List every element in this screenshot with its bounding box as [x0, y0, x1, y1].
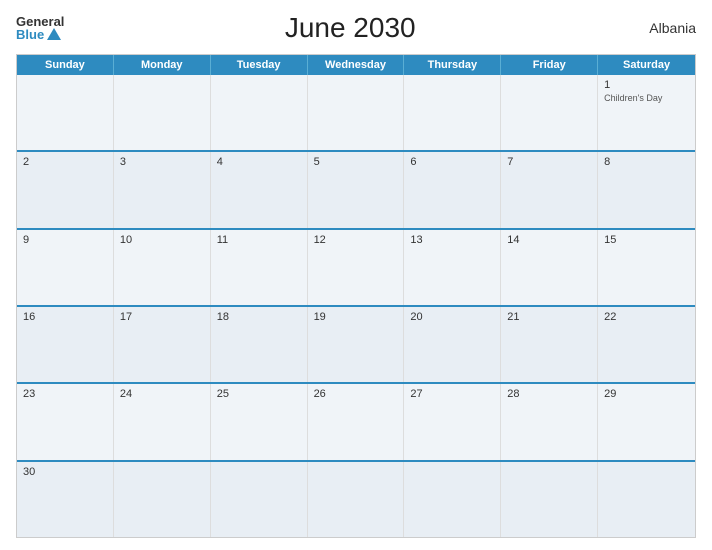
day-number-29: 29	[604, 388, 689, 400]
day-number-21: 21	[507, 311, 591, 323]
day-number-15: 15	[604, 234, 689, 246]
day-number-25: 25	[217, 388, 301, 400]
day-number-2: 2	[23, 156, 107, 168]
day-cell-w5-d0: 30	[17, 462, 114, 537]
day-number-24: 24	[120, 388, 204, 400]
day-cell-w2-d6: 15	[598, 230, 695, 305]
day-number-19: 19	[314, 311, 398, 323]
header-tuesday: Tuesday	[211, 55, 308, 75]
day-cell-w3-d4: 20	[404, 307, 501, 382]
day-cell-w3-d0: 16	[17, 307, 114, 382]
day-cell-w5-d1	[114, 462, 211, 537]
day-number-26: 26	[314, 388, 398, 400]
week-row-6: 30	[17, 460, 695, 537]
day-number-18: 18	[217, 311, 301, 323]
day-number-14: 14	[507, 234, 591, 246]
day-cell-w3-d3: 19	[308, 307, 405, 382]
day-cell-w2-d5: 14	[501, 230, 598, 305]
day-cell-w1-d4: 6	[404, 152, 501, 227]
day-number-5: 5	[314, 156, 398, 168]
day-cell-w0-d2	[211, 75, 308, 150]
day-number-28: 28	[507, 388, 591, 400]
day-number-6: 6	[410, 156, 494, 168]
day-number-9: 9	[23, 234, 107, 246]
day-event-1: Children's Day	[604, 93, 689, 103]
logo-blue-text: Blue	[16, 28, 64, 41]
day-number-17: 17	[120, 311, 204, 323]
day-cell-w2-d0: 9	[17, 230, 114, 305]
day-cell-w4-d1: 24	[114, 384, 211, 459]
day-number-22: 22	[604, 311, 689, 323]
day-number-16: 16	[23, 311, 107, 323]
header-sunday: Sunday	[17, 55, 114, 75]
day-number-4: 4	[217, 156, 301, 168]
week-row-5: 23 24 25 26 27 28 29	[17, 382, 695, 459]
calendar-body: 1Children's Day2345678910111213141516171…	[17, 75, 695, 537]
day-number-7: 7	[507, 156, 591, 168]
day-number-23: 23	[23, 388, 107, 400]
day-cell-w1-d5: 7	[501, 152, 598, 227]
day-cell-w5-d2	[211, 462, 308, 537]
day-cell-w0-d0	[17, 75, 114, 150]
day-cell-w0-d4	[404, 75, 501, 150]
day-number-10: 10	[120, 234, 204, 246]
week-row-2: 2 3 4 56 7 8	[17, 150, 695, 227]
header-saturday: Saturday	[598, 55, 695, 75]
day-cell-w1-d1: 3	[114, 152, 211, 227]
week-row-4: 16 17 18 19 20 21 22	[17, 305, 695, 382]
day-cell-w2-d1: 10	[114, 230, 211, 305]
day-cell-w4-d5: 28	[501, 384, 598, 459]
day-cell-w3-d2: 18	[211, 307, 308, 382]
day-cell-w5-d3	[308, 462, 405, 537]
calendar-title: June 2030	[64, 12, 636, 44]
day-cell-w4-d0: 23	[17, 384, 114, 459]
day-number-3: 3	[120, 156, 204, 168]
day-cell-w4-d4: 27	[404, 384, 501, 459]
day-cell-w0-d1	[114, 75, 211, 150]
day-number-27: 27	[410, 388, 494, 400]
day-number-8: 8	[604, 156, 689, 168]
day-number-13: 13	[410, 234, 494, 246]
day-cell-w2-d4: 13	[404, 230, 501, 305]
week-row-3: 9 10 11 12 13 14 15	[17, 228, 695, 305]
day-cell-w5-d4	[404, 462, 501, 537]
country-label: Albania	[636, 20, 696, 36]
day-cell-w0-d3	[308, 75, 405, 150]
header-thursday: Thursday	[404, 55, 501, 75]
day-number-30: 30	[23, 466, 107, 478]
day-cell-w1-d3: 5	[308, 152, 405, 227]
day-cell-w5-d6	[598, 462, 695, 537]
day-cell-w1-d2: 4	[211, 152, 308, 227]
day-number-1: 1	[604, 79, 689, 91]
day-cell-w2-d3: 12	[308, 230, 405, 305]
header-wednesday: Wednesday	[308, 55, 405, 75]
calendar-header: Sunday Monday Tuesday Wednesday Thursday…	[17, 55, 695, 75]
day-cell-w4-d6: 29	[598, 384, 695, 459]
day-cell-w0-d6: 1 Children's Day	[598, 75, 695, 150]
day-cell-w4-d3: 26	[308, 384, 405, 459]
logo-triangle-icon	[47, 28, 61, 40]
day-cell-w1-d6: 8	[598, 152, 695, 227]
logo: General Blue	[16, 15, 64, 41]
header-friday: Friday	[501, 55, 598, 75]
header: General Blue June 2030 Albania	[16, 12, 696, 44]
day-cell-w5-d5	[501, 462, 598, 537]
day-cell-w1-d0: 2	[17, 152, 114, 227]
day-cell-w3-d1: 17	[114, 307, 211, 382]
header-monday: Monday	[114, 55, 211, 75]
day-number-20: 20	[410, 311, 494, 323]
day-cell-w3-d6: 22	[598, 307, 695, 382]
day-cell-w0-d5	[501, 75, 598, 150]
day-cell-w3-d5: 21	[501, 307, 598, 382]
day-number-11: 11	[217, 234, 301, 246]
day-number-12: 12	[314, 234, 398, 246]
day-cell-w4-d2: 25	[211, 384, 308, 459]
calendar: Sunday Monday Tuesday Wednesday Thursday…	[16, 54, 696, 538]
week-row-1: 1 Children's Day	[17, 75, 695, 150]
page: General Blue June 2030 Albania Sunday Mo…	[0, 0, 712, 550]
day-cell-w2-d2: 11	[211, 230, 308, 305]
